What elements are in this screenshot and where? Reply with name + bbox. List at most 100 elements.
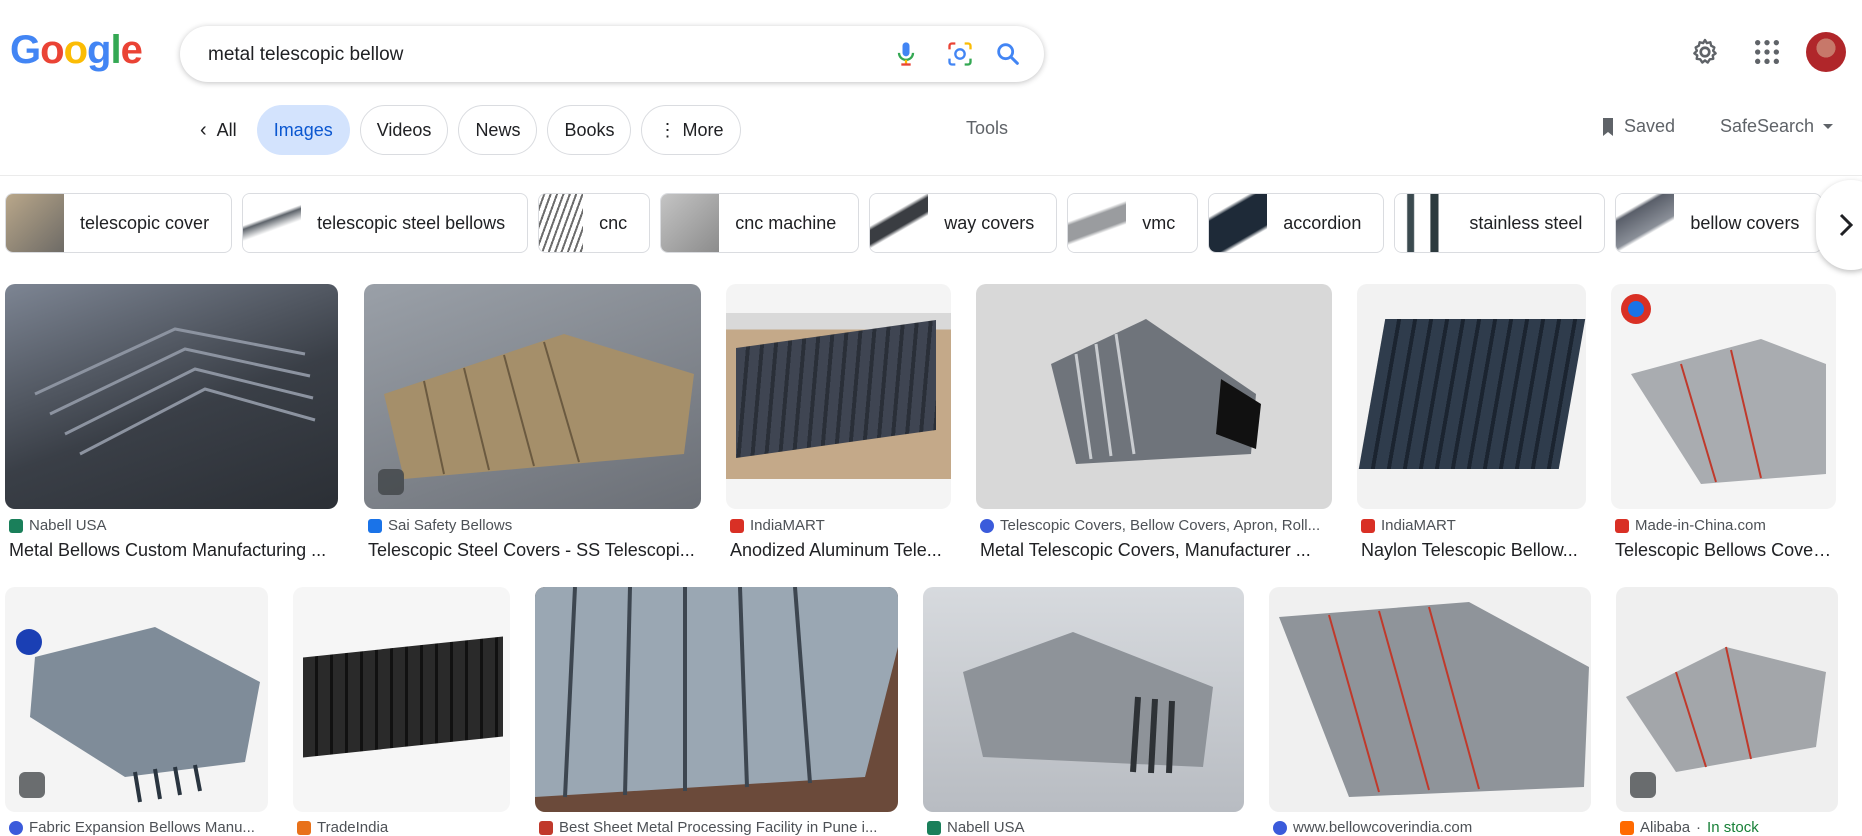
logo-letter: l — [110, 28, 121, 72]
result-title[interactable]: Metal Bellows Custom Manufacturing ... — [9, 540, 334, 561]
chip-telescopic-steel-bellows[interactable]: telescopic steel bellows — [242, 193, 529, 253]
gear-icon[interactable] — [1689, 36, 1721, 68]
result-image[interactable] — [923, 587, 1244, 812]
result-title[interactable]: Metal Telescopic Covers, Manufacturer ..… — [980, 540, 1328, 561]
camera-lens-icon[interactable] — [946, 40, 974, 68]
result-image[interactable] — [1616, 587, 1838, 812]
tab-news[interactable]: News — [458, 105, 538, 155]
bookmark-icon — [1603, 117, 1613, 136]
result-image[interactable] — [535, 587, 898, 812]
tab-books[interactable]: Books — [547, 105, 632, 155]
image-result[interactable]: Nabell USA Metal Bellows Custom Manufact… — [5, 284, 338, 564]
chip-label: way covers — [944, 212, 1035, 233]
result-title[interactable]: Telescopic Bellows Cover... — [1615, 540, 1832, 561]
tab-label: More — [682, 119, 724, 140]
result-image[interactable] — [976, 284, 1332, 509]
chip-way-covers[interactable]: way covers — [869, 193, 1058, 253]
safesearch-button[interactable]: SafeSearch — [1720, 116, 1834, 137]
chip-telescopic-cover[interactable]: telescopic cover — [5, 193, 233, 253]
chip-cnc-machine[interactable]: cnc machine — [660, 193, 860, 253]
result-source: Best Sheet Metal Processing Facility in … — [539, 819, 894, 836]
result-image[interactable] — [1611, 284, 1836, 509]
chip-thumbnail — [661, 194, 720, 252]
stock-badge: In stock — [1707, 819, 1759, 836]
result-source: Sai Safety Bellows — [368, 517, 697, 534]
favicon — [9, 518, 23, 533]
logo-letter: g — [87, 28, 111, 72]
avatar[interactable] — [1806, 32, 1846, 72]
result-image[interactable] — [293, 587, 510, 812]
source-name: IndiaMART — [750, 517, 825, 534]
image-result[interactable]: IndiaMART Anodized Aluminum Tele... — [726, 284, 951, 564]
source-name: Sai Safety Bellows — [388, 517, 513, 534]
result-title[interactable]: Anodized Aluminum Tele... — [730, 540, 947, 561]
favicon — [1620, 820, 1634, 835]
bellow-illustration — [1051, 319, 1261, 464]
favicon — [1615, 518, 1629, 533]
image-result[interactable]: Sai Safety Bellows Telescopic Steel Cove… — [364, 284, 701, 564]
chip-accordion[interactable]: accordion — [1208, 193, 1385, 253]
tools-button[interactable]: Tools — [966, 118, 1008, 139]
chip-stainless-steel[interactable]: stainless steel — [1394, 193, 1606, 253]
result-image[interactable] — [1269, 587, 1591, 812]
result-title[interactable]: Naylon Telescopic Bellow... — [1361, 540, 1582, 561]
shopping-tag-icon — [378, 469, 404, 495]
bellow-illustration — [1279, 602, 1589, 797]
result-image[interactable] — [1357, 284, 1586, 509]
result-image[interactable] — [5, 284, 338, 509]
favicon — [980, 518, 994, 533]
result-image[interactable] — [726, 284, 951, 509]
image-result[interactable]: Fabric Expansion Bellows Manu... — [5, 587, 268, 836]
image-result[interactable]: TradeIndia — [293, 587, 510, 836]
image-result[interactable]: Made-in-China.com Telescopic Bellows Cov… — [1611, 284, 1836, 564]
tab-more[interactable]: ⋮ More — [641, 105, 741, 155]
image-result[interactable]: Nabell USA — [923, 587, 1244, 836]
result-source: Telescopic Covers, Bellow Covers, Apron,… — [980, 517, 1328, 534]
search-tabs: ‹ All Images Videos News Books ⋮ More — [190, 104, 741, 156]
chip-label: bellow covers — [1690, 212, 1800, 233]
result-image[interactable] — [5, 587, 268, 812]
favicon — [927, 820, 941, 835]
result-source: www.bellowcoverindia.com — [1273, 819, 1587, 836]
search-icon[interactable] — [994, 40, 1022, 68]
chips-next-button[interactable] — [1816, 180, 1862, 270]
bellow-illustration — [1358, 319, 1586, 469]
chip-label: cnc — [599, 212, 628, 233]
chip-vmc[interactable]: vmc — [1067, 193, 1199, 253]
image-result[interactable]: Alibaba · In stock — [1616, 587, 1838, 836]
bellow-illustration — [1621, 294, 1826, 484]
image-result[interactable]: Best Sheet Metal Processing Facility in … — [535, 587, 898, 836]
source-name: TradeIndia — [317, 819, 389, 836]
favicon — [1273, 820, 1287, 835]
google-logo[interactable]: Google — [10, 28, 143, 73]
result-image[interactable] — [364, 284, 701, 509]
chip-thumbnail — [1395, 194, 1454, 252]
microphone-icon[interactable] — [892, 40, 920, 68]
favicon — [9, 820, 23, 835]
source-name: Nabell USA — [29, 517, 107, 534]
bellow-illustration — [384, 334, 694, 479]
tab-label: All — [216, 119, 237, 140]
chip-label: vmc — [1142, 212, 1176, 233]
tab-all[interactable]: ‹ All — [190, 105, 247, 155]
image-result[interactable]: Telescopic Covers, Bellow Covers, Apron,… — [976, 284, 1332, 564]
image-result[interactable]: IndiaMART Naylon Telescopic Bellow... — [1357, 284, 1586, 564]
tab-videos[interactable]: Videos — [359, 105, 449, 155]
search-box[interactable] — [180, 26, 1044, 82]
chip-label: telescopic cover — [80, 212, 210, 233]
favicon — [730, 518, 744, 533]
apps-grid-icon[interactable] — [1751, 36, 1783, 68]
vertical-dots-icon: ⋮ — [658, 119, 677, 140]
chip-thumbnail — [6, 194, 64, 252]
shopping-tag-icon — [1630, 772, 1656, 798]
chip-thumbnail — [539, 194, 584, 252]
result-title[interactable]: Telescopic Steel Covers - SS Telescopi..… — [368, 540, 697, 561]
chip-bellow-covers[interactable]: bellow covers — [1615, 193, 1823, 253]
tab-images[interactable]: Images — [256, 105, 350, 155]
result-source: TradeIndia — [297, 819, 506, 836]
image-result[interactable]: www.bellowcoverindia.com — [1269, 587, 1591, 836]
search-input[interactable] — [206, 40, 830, 70]
saved-button[interactable]: Saved — [1600, 116, 1675, 137]
chip-cnc[interactable]: cnc — [538, 193, 651, 253]
source-name: www.bellowcoverindia.com — [1293, 819, 1473, 836]
